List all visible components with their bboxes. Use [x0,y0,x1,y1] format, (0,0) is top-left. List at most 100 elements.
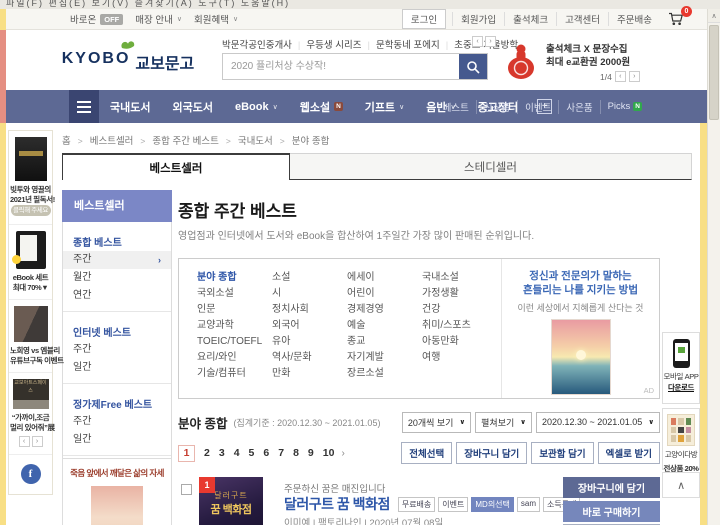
select-dropdown[interactable]: 2020.12.30 ~ 2021.01.05 ∨ [536,412,660,433]
select-dropdown[interactable]: 20개씩 보기 ∨ [402,412,471,433]
sidebar-item-fixedprice-weekly[interactable]: 주간 [63,413,171,431]
category-link[interactable]: 가정생활 [422,289,497,299]
category-link[interactable]: 분야 종합 [197,273,272,283]
left-ad-artspace[interactable]: 교보아트스페이스 “가까이,조금 멀리 있어줘”展 ‹ › [9,372,52,454]
cart-button[interactable]: 0 [668,12,685,26]
select-dropdown[interactable]: 펼쳐보기 ∨ [475,412,532,433]
sidebar-item-yearly[interactable]: 연간 [63,287,171,305]
app-download-link[interactable]: 다운로드 [663,382,699,393]
page-number[interactable]: 4 [234,447,240,459]
banner-next-button[interactable]: › [629,71,640,82]
breadcrumb-item[interactable]: 분야 종합 [292,133,330,147]
signup-link[interactable]: 회원가입 [452,12,504,26]
pagination-next-icon[interactable]: › [341,448,344,459]
kyobo-logo[interactable]: KYOBO 교보문고 [58,39,198,74]
quick-new-link[interactable]: 신상품 [477,100,518,114]
add-to-cart-button[interactable]: 장바구니에 담기 [563,477,660,498]
nav-domestic-books[interactable]: 국내도서 [99,99,161,115]
category-link[interactable]: 국내소설 [422,273,497,283]
login-button[interactable]: 로그인 [402,9,446,29]
category-link[interactable]: 유아 [272,337,347,347]
hot-keyword-link[interactable]: 박문각공인중개사 [222,37,306,51]
order-delivery-link[interactable]: 주문배송 [608,12,660,26]
left-ad-prev-button[interactable]: ‹ [19,436,30,447]
category-link[interactable]: 인문 [197,305,272,315]
list-action-button[interactable]: 보관함 담기 [531,442,593,464]
header-banner[interactable]: 출석체크 X 문장수집 최대 e교환권 2000원 [546,43,630,69]
page-number[interactable]: 7 [278,447,284,459]
page-number[interactable]: 10 [323,447,335,459]
category-link[interactable]: 기술/컴퓨터 [197,369,272,379]
category-link[interactable]: 어린이 [347,289,422,299]
left-ad-youtube[interactable]: 노희영 vs 엠블리 유튜브구독 이벤트 [9,299,52,372]
nav-ebook[interactable]: eBook∨ [224,101,289,113]
hamburger-menu-icon[interactable] [69,90,99,123]
quick-gift-link[interactable]: 사은품 [559,100,600,114]
sidebar-ad[interactable]: 죽음 앞에서 깨달은 삶의 자세 [62,458,172,525]
book-checkbox[interactable] [181,484,192,495]
sidebar-heading-fixedprice-best[interactable]: 정가제Free 베스트 [63,390,171,413]
sidebar-item-weekly[interactable]: 주간 › [63,251,171,269]
quick-picks-link[interactable]: Picks N [601,101,649,112]
category-link[interactable]: 아동만화 [422,337,497,347]
category-link[interactable]: 예술 [347,321,422,331]
list-action-button[interactable]: 엑셀로 받기 [598,442,660,464]
left-ad-book[interactable]: 빚투와 영끌의 2021년 필독서! 클릭해 주세요 [9,131,52,224]
page-number[interactable]: 5 [249,447,255,459]
category-link[interactable]: 외국어 [272,321,347,331]
search-input[interactable] [223,54,459,79]
search-button[interactable] [459,54,487,79]
sidebar-heading-internet-best[interactable]: 인터넷 베스트 [63,318,171,341]
scrollbar-thumb[interactable] [709,25,719,120]
quick-event-link[interactable]: 이벤트 [518,100,559,114]
baroon-toggle[interactable]: 바로온 OFF [70,12,123,26]
tab-steadyseller[interactable]: 스테디셀러 [290,153,692,180]
buy-now-button[interactable]: 바로 구매하기 [563,501,660,522]
nav-gift[interactable]: 기프트∨ [354,99,416,115]
book-title-link[interactable]: 달러구트 꿈 백화점 [284,494,390,514]
page-number[interactable]: 1 [178,445,195,462]
category-link[interactable]: TOEIC/TOEFL [197,337,272,347]
category-link[interactable]: 정치사회 [272,305,347,315]
keywords-prev-button[interactable]: ‹ [472,36,483,47]
scrollbar-up-icon[interactable]: ∧ [708,9,720,23]
attendance-link[interactable]: 출석체크 [504,12,556,26]
breadcrumb-item[interactable]: 베스트셀러 [90,133,153,147]
left-ad-click-button[interactable]: 클릭해 주세요 [11,205,51,216]
nav-webnovel[interactable]: 웹소설N [289,99,354,115]
facebook-link[interactable]: f [9,454,52,494]
category-link[interactable]: 에세이 [347,273,422,283]
category-link[interactable]: 교양과학 [197,321,272,331]
mobile-app-widget[interactable]: 모바일 APP 다운로드 [662,332,700,404]
category-link[interactable]: 시 [272,289,347,299]
banner-prev-button[interactable]: ‹ [615,71,626,82]
cat-cafe-widget[interactable]: 고양이다방 전상품 20% [662,408,700,470]
quick-best-link[interactable]: 베스트 [436,100,477,114]
page-number[interactable]: 3 [219,447,225,459]
breadcrumb-item[interactable]: 홈 [62,133,90,147]
left-ad-next-button[interactable]: › [32,436,43,447]
sidebar-item-monthly[interactable]: 월간 [63,269,171,287]
member-benefit-menu[interactable]: 회원혜택 ∨ [194,12,238,26]
category-link[interactable]: 만화 [272,369,347,379]
category-link[interactable]: 소설 [272,273,347,283]
breadcrumb-item[interactable]: 국내도서 [238,133,292,147]
hot-keyword-link[interactable]: 문학동네 포에지 [376,37,454,51]
promo-ad[interactable]: 정신과 전문의가 말하는 흔들리는 나를 지키는 방법 이런 세상에서 지혜롭게… [501,259,659,398]
store-guide-menu[interactable]: 매장 안내 ∨ [135,12,182,26]
browser-scrollbar[interactable]: ∧ [707,9,720,525]
category-link[interactable]: 역사/문화 [272,353,347,363]
category-link[interactable]: 여행 [422,353,497,363]
page-number[interactable]: 2 [204,447,210,459]
category-link[interactable]: 국외소설 [197,289,272,299]
category-link[interactable]: 종교 [347,337,422,347]
sidebar-item-internet-weekly[interactable]: 주간 [63,341,171,359]
sidebar-item-fixedprice-daily[interactable]: 일간 [63,431,171,449]
nav-foreign-books[interactable]: 외국도서 [161,99,223,115]
page-number[interactable]: 8 [293,447,299,459]
sidebar-item-internet-daily[interactable]: 일간 [63,359,171,377]
category-link[interactable]: 자기계발 [347,353,422,363]
sidebar-heading-total-best[interactable]: 종합 베스트 [63,228,171,251]
page-number[interactable]: 9 [308,447,314,459]
category-link[interactable]: 요리/와인 [197,353,272,363]
